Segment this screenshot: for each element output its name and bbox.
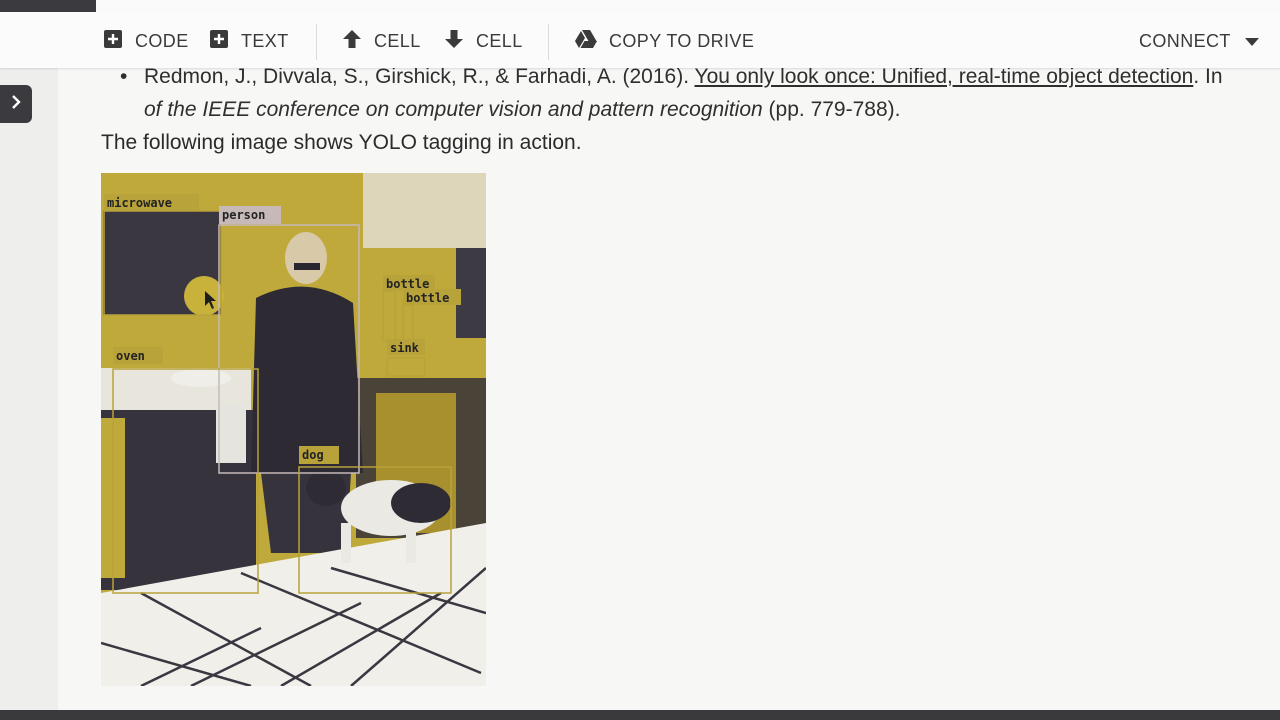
connect-menu-button[interactable] bbox=[1244, 26, 1260, 56]
detection-label-bottle-2: bottle bbox=[406, 291, 449, 305]
detection-label-person: person bbox=[222, 208, 265, 222]
top-strip-dark bbox=[0, 0, 96, 12]
reference-link[interactable]: You only look once: Unified, real-time o… bbox=[694, 68, 1193, 88]
connect-button[interactable]: CONNECT bbox=[1139, 26, 1231, 56]
detection-label-dog: dog bbox=[302, 448, 324, 462]
notebook-toolbar: CODE TEXT CELL CELL COPY TO DRIVE CONNEC… bbox=[0, 12, 1280, 68]
add-text-button[interactable]: TEXT bbox=[209, 26, 289, 56]
copy-to-drive-button[interactable]: COPY TO DRIVE bbox=[575, 26, 754, 56]
reference-venue: of the IEEE conference on computer visio… bbox=[144, 98, 763, 121]
detection-label-oven: oven bbox=[116, 349, 145, 363]
bottom-bar bbox=[0, 710, 1280, 720]
chevron-right-icon bbox=[9, 94, 23, 115]
reference-authors: Redmon, J., Divvala, S., Girshick, R., &… bbox=[144, 68, 695, 88]
connect-label: CONNECT bbox=[1139, 30, 1231, 51]
expand-sidebar-button[interactable] bbox=[0, 85, 32, 123]
drive-icon bbox=[575, 29, 597, 54]
markdown-caption: The following image shows YOLO tagging i… bbox=[101, 131, 582, 154]
move-cell-up-button[interactable]: CELL bbox=[342, 26, 421, 56]
toolbar-divider bbox=[316, 24, 317, 60]
yolo-detection-image: microwave person bottle bottle sink oven… bbox=[101, 173, 486, 686]
reference-list-item: • Redmon, J., Divvala, S., Girshick, R.,… bbox=[120, 68, 1223, 126]
caret-down-icon bbox=[1244, 31, 1260, 52]
top-strip bbox=[0, 0, 1280, 12]
add-code-button[interactable]: CODE bbox=[103, 26, 189, 56]
detection-label-microwave: microwave bbox=[107, 196, 172, 210]
detection-label-bottle-1: bottle bbox=[386, 277, 429, 291]
left-gutter bbox=[0, 68, 58, 710]
arrow-down-icon bbox=[444, 29, 464, 54]
reference-after-link: . In bbox=[1193, 68, 1223, 88]
move-cell-down-label: CELL bbox=[476, 30, 523, 51]
reference-pages: (pp. 779-788). bbox=[762, 98, 901, 121]
toolbar-divider bbox=[548, 24, 549, 60]
detection-label-sink: sink bbox=[390, 341, 420, 355]
plus-box-icon bbox=[209, 29, 229, 54]
move-cell-down-button[interactable]: CELL bbox=[444, 26, 523, 56]
copy-to-drive-label: COPY TO DRIVE bbox=[609, 30, 755, 51]
add-text-label: TEXT bbox=[241, 30, 289, 51]
move-cell-up-label: CELL bbox=[374, 30, 421, 51]
bullet: • bbox=[120, 68, 128, 88]
plus-box-icon bbox=[103, 29, 123, 54]
arrow-up-icon bbox=[342, 29, 362, 54]
add-code-label: CODE bbox=[135, 30, 189, 51]
